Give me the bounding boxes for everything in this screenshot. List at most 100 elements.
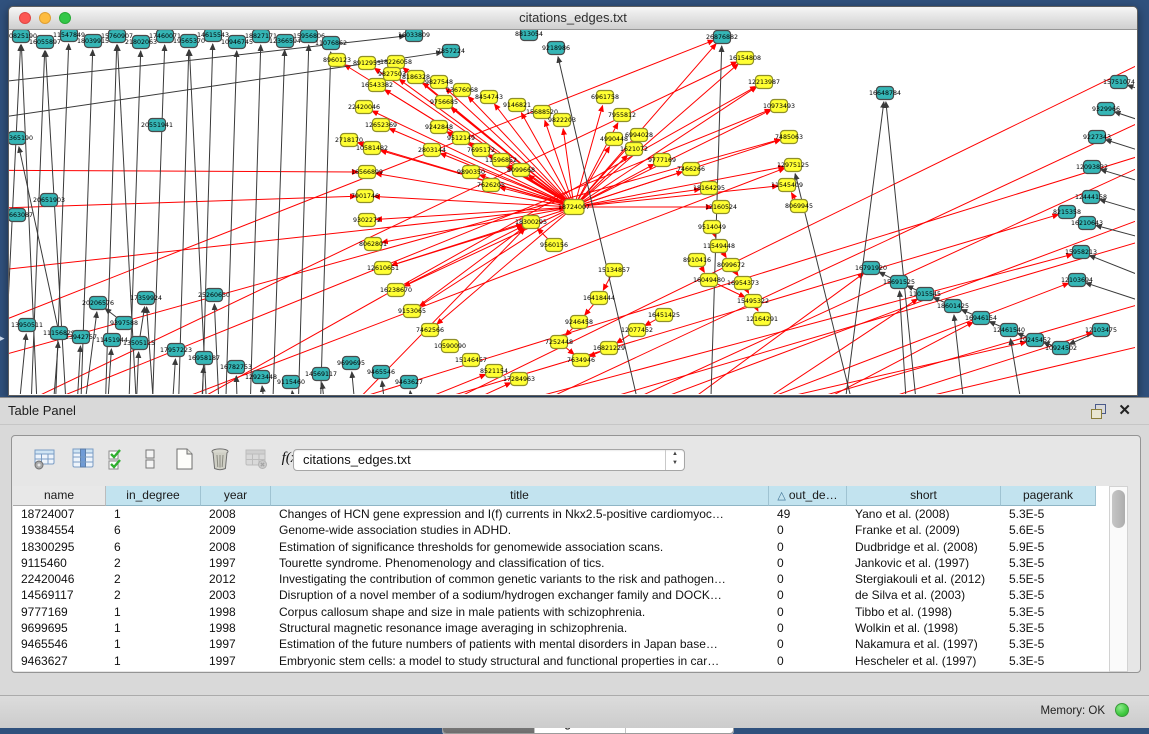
graph-edge[interactable] bbox=[1089, 255, 1135, 275]
graph-node[interactable]: 11545409 bbox=[771, 179, 803, 192]
table-row[interactable]: 2242004622012Investigating the contribut… bbox=[13, 571, 1109, 587]
column-header-out_de[interactable]: △out_de… bbox=[769, 486, 847, 506]
graph-edge[interactable] bbox=[1010, 339, 1029, 394]
column-header-title[interactable]: title bbox=[271, 486, 769, 506]
table-settings-button[interactable] bbox=[31, 445, 59, 473]
network-graph[interactable]: 2082519016055897115478491803991515760907… bbox=[9, 30, 1135, 394]
graph-edge[interactable] bbox=[437, 207, 574, 324]
table-row[interactable]: 1872400712008Changes of HCN gene express… bbox=[13, 506, 1109, 522]
graph-edge[interactable] bbox=[412, 227, 524, 311]
graph-node[interactable]: 8960123 bbox=[323, 54, 351, 67]
graph-node[interactable]: 6961758 bbox=[591, 91, 619, 104]
graph-node[interactable]: 7252448 bbox=[545, 336, 573, 349]
graph-edge[interactable] bbox=[104, 349, 111, 394]
graph-node[interactable]: 16791920 bbox=[855, 262, 887, 275]
graph-edge[interactable] bbox=[236, 376, 239, 394]
graph-node[interactable]: 12077452 bbox=[621, 324, 653, 337]
graph-node[interactable]: 20651903 bbox=[33, 194, 65, 207]
graph-node[interactable]: 20551941 bbox=[141, 119, 173, 132]
graph-edge[interactable] bbox=[9, 208, 565, 280]
graph-edge[interactable] bbox=[839, 102, 884, 394]
graph-node[interactable]: 12444158 bbox=[1075, 191, 1107, 204]
graph-node[interactable]: 9218986 bbox=[542, 42, 570, 55]
close-window-icon[interactable] bbox=[19, 12, 31, 24]
graph-node[interactable]: 16154808 bbox=[729, 52, 761, 65]
graph-node[interactable]: 14569117 bbox=[305, 368, 337, 381]
graph-edge[interactable] bbox=[14, 334, 26, 394]
graph-edge[interactable] bbox=[9, 170, 358, 172]
table-row[interactable]: 1938455462009Genome-wide association stu… bbox=[13, 522, 1109, 538]
select-columns-button[interactable] bbox=[104, 445, 132, 473]
graph-edge[interactable] bbox=[74, 346, 80, 394]
graph-node[interactable]: 9514049 bbox=[698, 221, 726, 234]
graph-node[interactable]: 7626205 bbox=[477, 179, 505, 192]
graph-node[interactable]: 8062801 bbox=[359, 238, 387, 251]
graph-node[interactable]: 7695172 bbox=[467, 144, 495, 157]
column-header-in_degree[interactable]: in_degree bbox=[106, 486, 201, 506]
graph-node[interactable]: 7462566 bbox=[416, 324, 444, 337]
graph-node[interactable]: 12213987 bbox=[748, 76, 780, 89]
column-header-year[interactable]: year bbox=[201, 486, 271, 506]
panel-collapse-arrow[interactable]: ▸ bbox=[0, 333, 5, 344]
graph-node[interactable]: 15691525 bbox=[883, 276, 915, 289]
graph-node[interactable]: 16049480 bbox=[693, 274, 725, 287]
graph-node[interactable]: 12160524 bbox=[705, 201, 737, 214]
close-panel-icon[interactable]: ✕ bbox=[1118, 401, 1131, 419]
graph-edge[interactable] bbox=[322, 383, 331, 394]
graph-node[interactable]: 7857224 bbox=[437, 45, 465, 58]
table-scrollbar[interactable] bbox=[1109, 486, 1128, 672]
graph-node[interactable]: 7901746 bbox=[351, 190, 379, 203]
graph-node[interactable]: 1621072 bbox=[620, 143, 648, 156]
graph-node[interactable]: 9115460 bbox=[277, 376, 305, 389]
delete-table-button[interactable] bbox=[242, 445, 270, 473]
graph-node[interactable]: 8910416 bbox=[683, 254, 711, 267]
column-header-name[interactable]: name bbox=[13, 486, 106, 506]
graph-node[interactable]: 9227343 bbox=[1083, 131, 1111, 144]
graph-node[interactable]: 15134857 bbox=[598, 264, 630, 277]
toggle-rows-button[interactable] bbox=[136, 445, 164, 473]
graph-node[interactable]: 8813054 bbox=[515, 30, 543, 41]
float-panel-icon[interactable] bbox=[1091, 404, 1107, 418]
graph-node[interactable]: 2803144 bbox=[418, 144, 446, 157]
graph-edge[interactable] bbox=[1115, 112, 1135, 130]
table-row[interactable]: 946362711997Embryonic stem cells: a mode… bbox=[13, 653, 1109, 669]
table-row[interactable]: 969969511998Structural magnetic resonanc… bbox=[13, 620, 1109, 636]
graph-edge[interactable] bbox=[1106, 140, 1135, 160]
graph-node[interactable]: 9329966 bbox=[1092, 103, 1120, 116]
graph-node[interactable]: 8912955 bbox=[353, 57, 381, 70]
graph-node[interactable]: 7955812 bbox=[608, 109, 636, 122]
graph-edge[interactable] bbox=[269, 44, 1135, 394]
graph-edge[interactable] bbox=[54, 44, 69, 394]
delete-columns-button[interactable] bbox=[206, 445, 234, 473]
graph-node[interactable]: 13950511 bbox=[11, 319, 43, 332]
graph-node[interactable]: 16566899 bbox=[351, 166, 383, 179]
graph-node[interactable]: 12093832 bbox=[1076, 161, 1108, 174]
scrollbar-thumb[interactable] bbox=[1112, 490, 1125, 528]
graph-node[interactable]: 16033809 bbox=[398, 30, 430, 42]
graph-edge[interactable] bbox=[201, 44, 213, 394]
graph-node[interactable]: 10590090 bbox=[434, 340, 466, 353]
graph-edge[interactable] bbox=[1127, 85, 1135, 100]
graph-node[interactable]: 15495322 bbox=[737, 295, 769, 308]
graph-edge[interactable] bbox=[199, 367, 204, 394]
graph-edge[interactable] bbox=[169, 359, 175, 394]
graph-node[interactable]: 16210643 bbox=[1071, 217, 1103, 230]
graph-node[interactable]: 6994028 bbox=[625, 129, 653, 142]
zoom-window-icon[interactable] bbox=[59, 12, 71, 24]
graph-edge[interactable] bbox=[1086, 283, 1135, 302]
graph-node[interactable]: 8454743 bbox=[475, 91, 503, 104]
graph-node[interactable]: 7466266 bbox=[677, 163, 705, 176]
graph-node[interactable]: 16451425 bbox=[648, 309, 680, 322]
graph-node[interactable]: 8099672 bbox=[717, 259, 745, 272]
graph-edge[interactable] bbox=[1101, 170, 1135, 190]
graph-node[interactable]: 9699695 bbox=[337, 357, 365, 370]
graph-node[interactable]: 8069945 bbox=[785, 200, 813, 213]
table-row[interactable]: 977716911998Corpus callosum shape and si… bbox=[13, 604, 1109, 620]
graph-edge[interactable] bbox=[574, 44, 716, 207]
column-header-pagerank[interactable]: pagerank bbox=[1001, 486, 1096, 506]
table-row[interactable]: 1830029562008Estimation of significance … bbox=[13, 539, 1109, 555]
minimize-window-icon[interactable] bbox=[39, 12, 51, 24]
graph-node[interactable]: 8099668 bbox=[507, 164, 535, 177]
new-column-button[interactable] bbox=[170, 445, 198, 473]
table-row[interactable]: 946554611997Estimation of the future num… bbox=[13, 636, 1109, 652]
